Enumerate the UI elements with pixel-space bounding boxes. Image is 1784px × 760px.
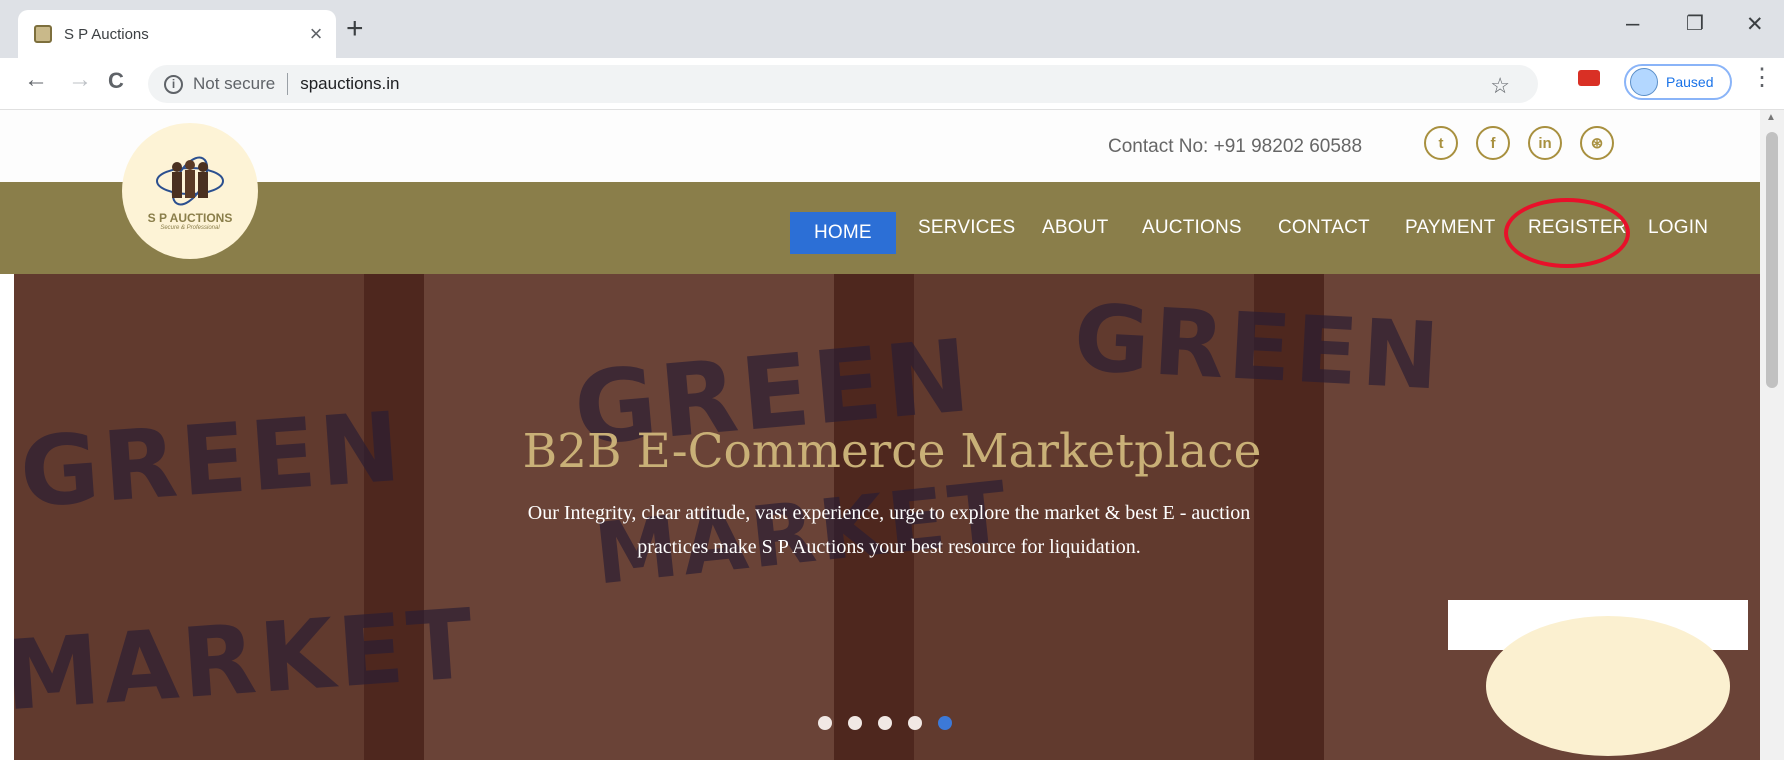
bookmark-star-icon[interactable]: ☆: [1490, 73, 1510, 99]
new-tab-icon[interactable]: +: [346, 14, 364, 44]
avatar: [1630, 68, 1658, 96]
contact-bar: Contact No: +91 98202 60588 t f in ⊛: [0, 110, 1760, 182]
address-bar[interactable]: i Not secure spauctions.in ☆: [148, 65, 1538, 103]
twitter-icon[interactable]: t: [1424, 126, 1458, 160]
dribbble-icon[interactable]: ⊛: [1580, 126, 1614, 160]
address-separator: [287, 73, 289, 95]
logo-tagline: Secure & Professional: [160, 225, 220, 231]
linkedin-icon[interactable]: in: [1528, 126, 1562, 160]
nav-auctions[interactable]: AUCTIONS: [1142, 182, 1242, 274]
site-favicon-icon: [34, 25, 52, 43]
logo-figures-icon: [156, 156, 224, 206]
slider-dots: [818, 716, 952, 730]
facebook-icon[interactable]: f: [1476, 126, 1510, 160]
contact-number: Contact No: +91 98202 60588: [1108, 136, 1363, 157]
info-icon[interactable]: i: [164, 74, 183, 94]
nav-contact[interactable]: CONTACT: [1278, 182, 1370, 274]
forward-icon[interactable]: →: [68, 68, 92, 92]
nav-login[interactable]: LOGIN: [1648, 182, 1708, 274]
nav-about[interactable]: ABOUT: [1042, 182, 1108, 274]
nav-home[interactable]: HOME: [790, 212, 896, 254]
browser-menu-icon[interactable]: ⋮: [1750, 66, 1774, 90]
close-tab-icon[interactable]: ×: [296, 23, 336, 45]
slider-dot[interactable]: [878, 716, 892, 730]
back-icon[interactable]: ←: [24, 68, 48, 92]
nav-payment[interactable]: PAYMENT: [1405, 182, 1495, 274]
hero-subtitle: Our Integrity, clear attitude, vast expe…: [527, 502, 1251, 558]
extension-icon[interactable]: [1578, 70, 1600, 86]
profile-button[interactable]: Paused: [1624, 64, 1732, 100]
security-status: Not secure: [193, 74, 276, 93]
scroll-up-arrow-icon[interactable]: ▲: [1766, 112, 1776, 123]
restore-icon[interactable]: ❐: [1686, 14, 1704, 34]
site-logo[interactable]: S P AUCTIONS Secure & Professional: [122, 123, 258, 259]
browser-toolbar: ← → C i Not secure spauctions.in ☆: [0, 58, 1784, 110]
slider-dot[interactable]: [848, 716, 862, 730]
main-navigation: HOME SERVICES ABOUT AUCTIONS CONTACT PAY…: [0, 182, 1760, 274]
close-window-icon[interactable]: ✕: [1746, 14, 1764, 35]
slider-dot[interactable]: [818, 716, 832, 730]
slider-dot-active[interactable]: [938, 716, 952, 730]
profile-status: Paused: [1666, 74, 1714, 90]
minimize-icon[interactable]: –: [1626, 12, 1639, 36]
browser-tab[interactable]: S P Auctions ×: [18, 10, 336, 58]
browser-tab-strip: S P Auctions × + – ❐ ✕: [0, 0, 1784, 58]
chat-widget-button[interactable]: [1486, 616, 1730, 756]
url-text[interactable]: spauctions.in: [300, 74, 399, 94]
nav-services[interactable]: SERVICES: [918, 182, 1015, 274]
register-highlight-ring: [1504, 198, 1630, 268]
logo-name: S P AUCTIONS: [147, 211, 233, 225]
scrollbar-thumb[interactable]: [1766, 132, 1778, 388]
slider-dot[interactable]: [908, 716, 922, 730]
hero-title: B2B E-Commerce Marketplace: [522, 424, 1262, 479]
tab-title: S P Auctions: [64, 25, 149, 43]
reload-icon[interactable]: C: [108, 70, 124, 92]
